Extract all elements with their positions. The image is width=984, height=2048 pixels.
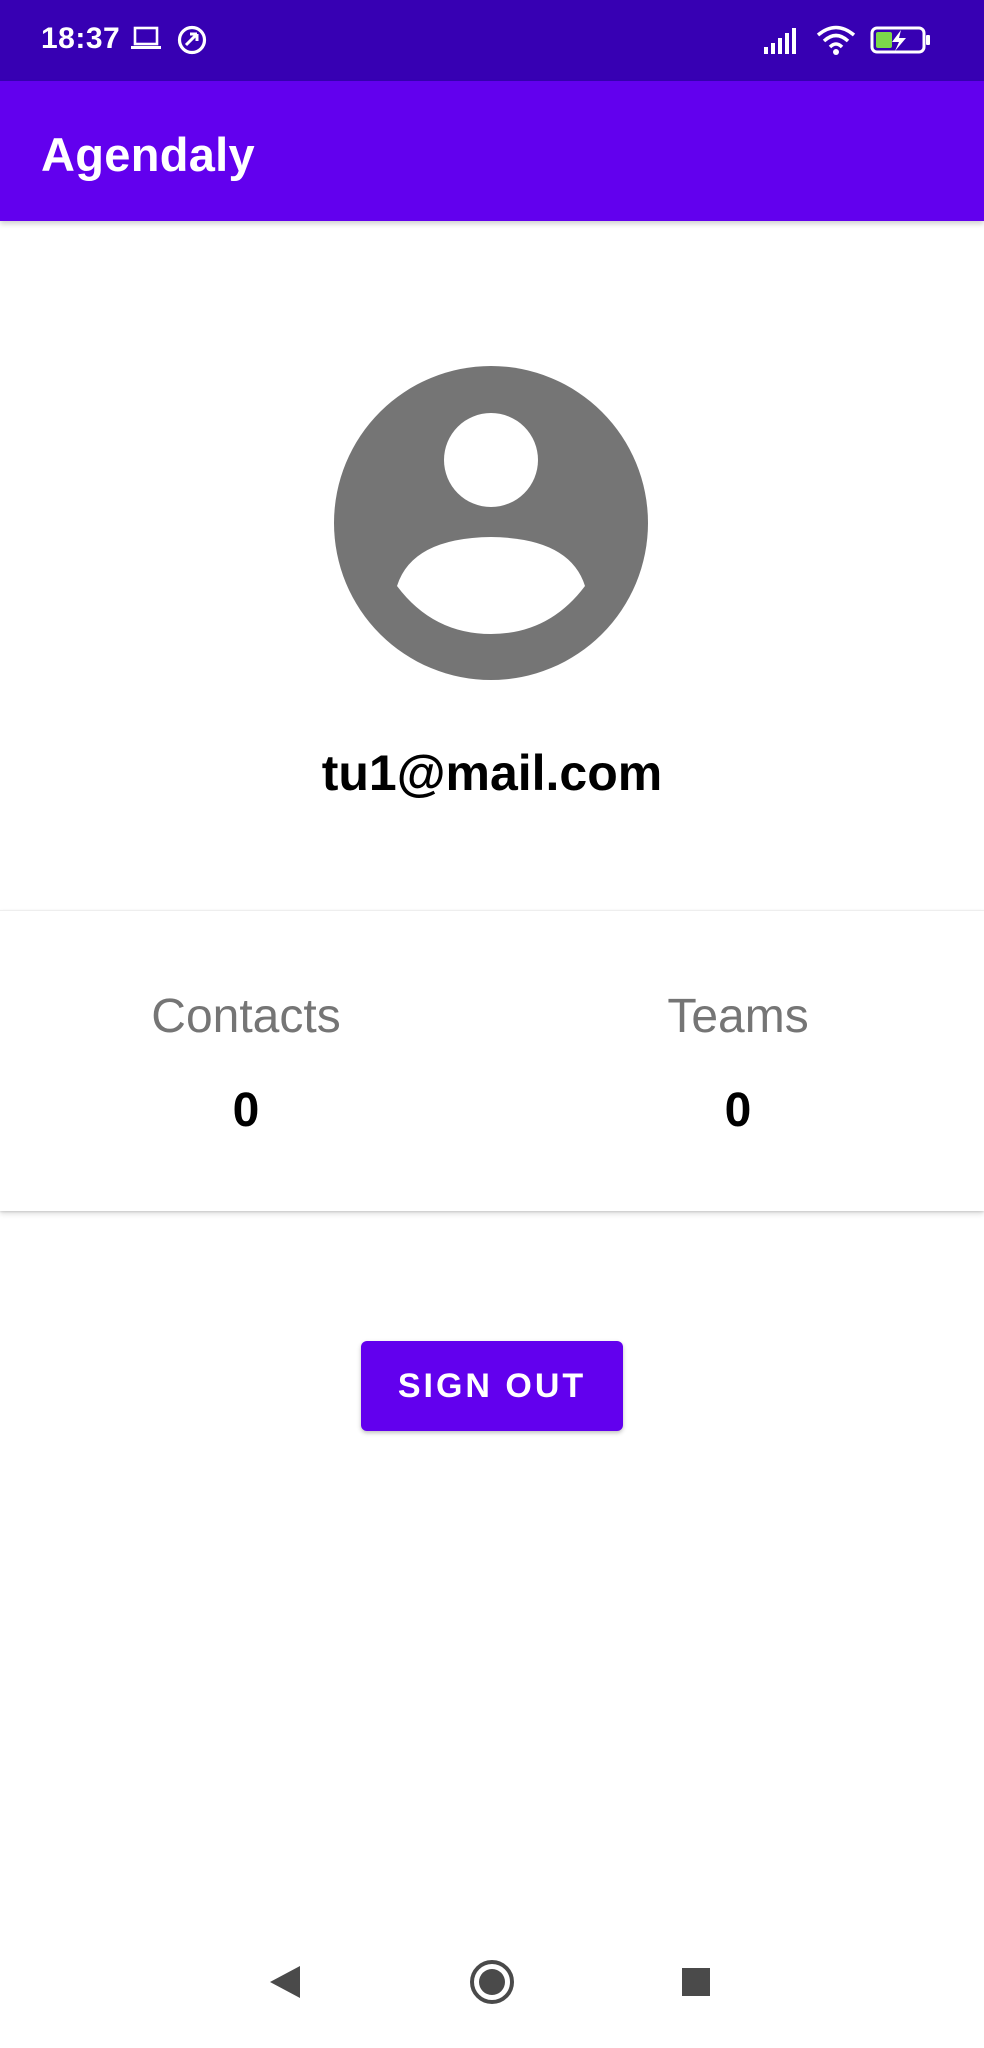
home-button[interactable]	[432, 1920, 552, 2048]
data-saver-icon	[176, 24, 208, 61]
status-bar: 18:37	[0, 0, 984, 81]
app-bar: Agendaly	[0, 81, 984, 221]
recents-icon	[680, 1966, 712, 2003]
status-time: 18:37	[41, 22, 121, 55]
back-icon	[268, 1964, 302, 2005]
home-icon	[468, 1958, 516, 2011]
app-title: Agendaly	[41, 128, 255, 181]
laptop-icon	[131, 26, 161, 57]
account-circle-icon	[334, 366, 648, 680]
teams-label: Teams	[667, 990, 809, 1043]
sign-out-button[interactable]: SIGN OUT	[361, 1341, 623, 1431]
profile-email: tu1@mail.com	[321, 745, 663, 801]
signal-icon	[764, 25, 802, 60]
battery-charging-icon	[870, 25, 932, 60]
wifi-icon	[816, 24, 856, 61]
contacts-count: 0	[232, 1084, 260, 1137]
navigation-bar	[0, 1920, 984, 2048]
teams-count: 0	[724, 1084, 752, 1137]
back-button[interactable]	[225, 1920, 345, 2048]
recents-button[interactable]	[636, 1920, 756, 2048]
stats-card: Contacts 0 Teams 0	[0, 910, 984, 1211]
contacts-label: Contacts	[151, 990, 341, 1043]
